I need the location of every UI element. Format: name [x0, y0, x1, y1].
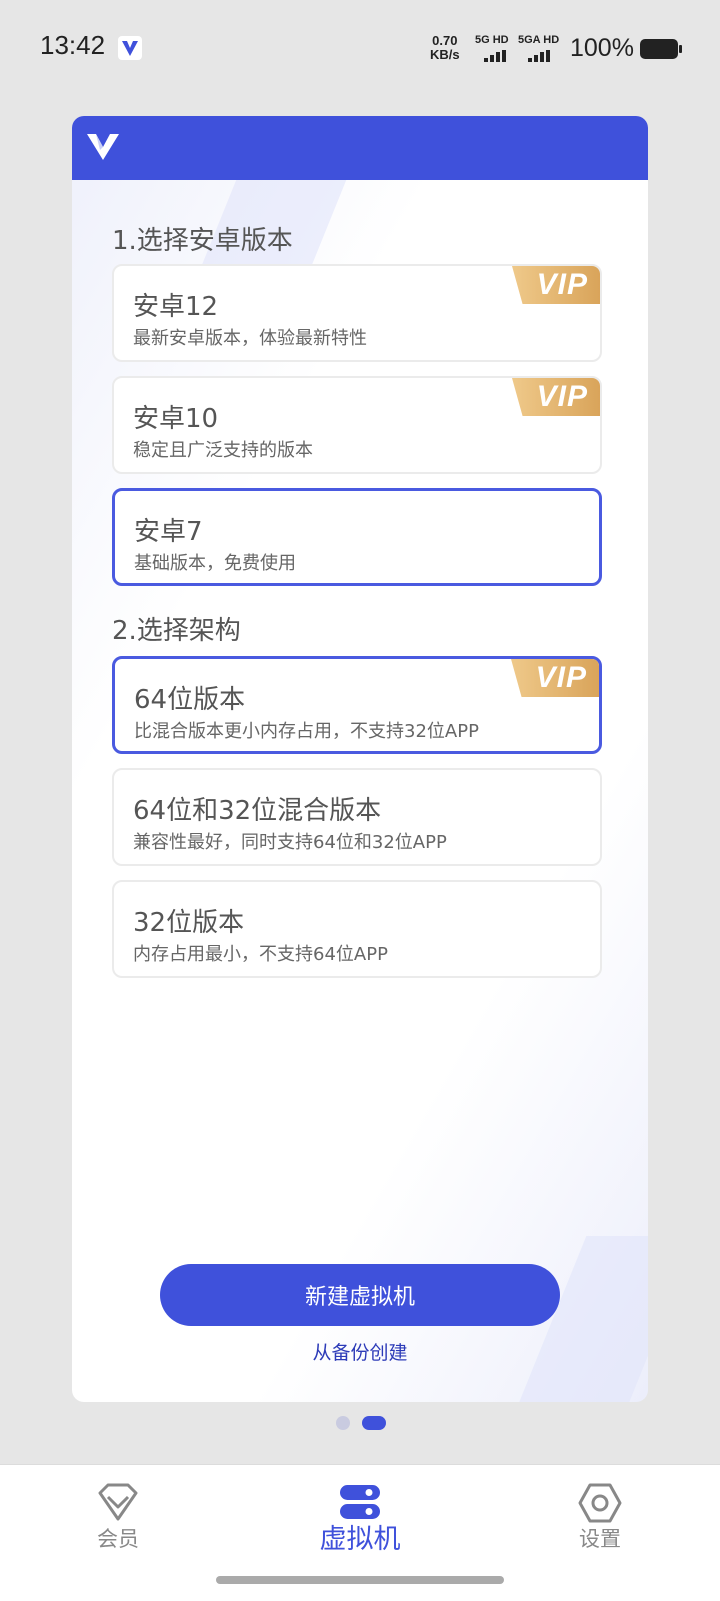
nav-item-membership[interactable]: 会员 [38, 1465, 198, 1575]
option-description: 比混合版本更小内存占用，不支持32位APP [134, 721, 479, 742]
option-arch-64-32-mixed[interactable]: 64位和32位混合版本 兼容性最好，同时支持64位和32位APP [112, 768, 602, 866]
sim1-signal-icon [484, 50, 506, 62]
option-description: 基础版本，免费使用 [134, 553, 296, 574]
option-title: 安卓7 [134, 517, 203, 547]
home-indicator[interactable] [216, 1576, 504, 1584]
card-header [72, 116, 648, 180]
nav-item-settings[interactable]: 设置 [520, 1465, 680, 1575]
sim2-label: 5GA HD [518, 34, 560, 46]
status-time: 13:42 [40, 30, 106, 60]
option-arch-32bit[interactable]: 32位版本 内存占用最小，不支持64位APP [112, 880, 602, 978]
vip-badge-label: VIP [536, 268, 588, 301]
sim2-signal-icon [528, 50, 550, 62]
option-android-12[interactable]: 安卓12 最新安卓版本，体验最新特性 VIP [112, 264, 602, 362]
option-description: 稳定且广泛支持的版本 [133, 440, 313, 461]
vip-badge: VIP [512, 266, 600, 304]
vip-badge-label: VIP [535, 661, 587, 694]
nav-label: 设置 [579, 1527, 621, 1551]
nav-item-vm[interactable]: 虚拟机 [280, 1465, 440, 1575]
page-indicator-dot[interactable] [336, 1416, 350, 1430]
create-vm-button[interactable]: 新建虚拟机 [160, 1264, 560, 1326]
option-title: 安卓12 [133, 292, 219, 322]
section-title-android-version: 1.选择安卓版本 [112, 226, 293, 256]
option-title: 64位和32位混合版本 [133, 796, 382, 826]
option-title: 32位版本 [133, 908, 245, 938]
vip-badge: VIP [512, 378, 600, 416]
option-android-7[interactable]: 安卓7 基础版本，免费使用 [112, 488, 602, 586]
option-description: 最新安卓版本，体验最新特性 [133, 328, 367, 349]
option-title: 安卓10 [133, 404, 219, 434]
vip-badge-label: VIP [536, 380, 588, 413]
nav-label: 会员 [97, 1527, 139, 1551]
network-speed-unit: KB/s [430, 47, 460, 62]
app-notification-icon [118, 36, 142, 60]
option-title: 64位版本 [134, 685, 246, 715]
diamond-icon [98, 1483, 138, 1521]
option-description: 兼容性最好，同时支持64位和32位APP [133, 832, 447, 853]
section-title-architecture: 2.选择架构 [112, 616, 241, 646]
option-arch-64bit[interactable]: 64位版本 比混合版本更小内存占用，不支持32位APP VIP [112, 656, 602, 754]
status-bar: 13:42 0.70 KB/s 5G HD 5GA HD 100% [0, 0, 720, 96]
network-speed: 0.70 KB/s [430, 34, 460, 62]
nav-label: 虚拟机 [319, 1524, 401, 1555]
create-from-backup-link[interactable]: 从备份创建 [72, 1338, 648, 1365]
network-speed-value: 0.70 [432, 33, 458, 48]
option-description: 内存占用最小，不支持64位APP [133, 944, 388, 965]
vm-create-card: 1.选择安卓版本 安卓12 最新安卓版本，体验最新特性 VIP 安卓10 稳定且… [72, 116, 648, 1402]
server-icon [340, 1485, 380, 1519]
page-indicator-dot-active[interactable] [362, 1416, 386, 1430]
battery-percent: 100% [570, 34, 634, 62]
battery-icon [640, 39, 682, 59]
sim1-label: 5G HD [475, 34, 509, 46]
settings-hexagon-icon [578, 1483, 622, 1523]
vip-badge: VIP [511, 659, 599, 697]
app-logo-icon [87, 134, 119, 160]
option-android-10[interactable]: 安卓10 稳定且广泛支持的版本 VIP [112, 376, 602, 474]
